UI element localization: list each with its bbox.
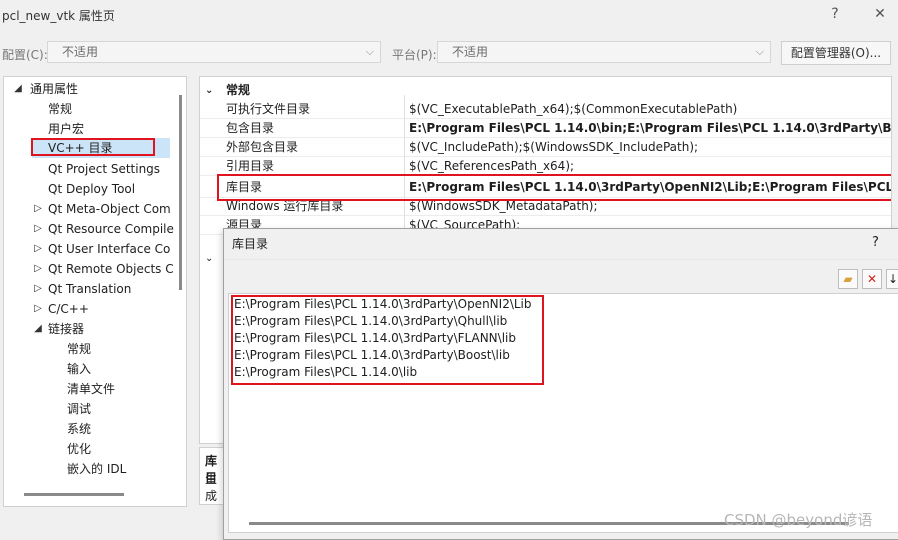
annotation-highlight-box <box>217 174 891 201</box>
tree-label: Qt User Interface Co <box>48 242 171 256</box>
tree-item-linker-input[interactable]: 输入 <box>67 359 91 379</box>
section-collapse-icon[interactable]: ⌄ <box>205 253 213 264</box>
delete-x-icon: ✕ <box>866 272 878 286</box>
property-value: E:\Program Files\PCL 1.14.0\bin;E:\Progr… <box>409 121 892 135</box>
tree-label: Qt Meta-Object Com <box>48 202 171 216</box>
property-name: 包含目录 <box>226 121 275 135</box>
tree-label: C/C++ <box>48 302 89 316</box>
collapsed-triangle-icon[interactable]: ▷ <box>32 239 44 259</box>
tree-item-linker-embedded-idl[interactable]: 嵌入的 IDL <box>67 459 126 479</box>
chevron-down-icon: ⌵ <box>755 45 764 58</box>
close-button[interactable]: ✕ <box>869 4 891 24</box>
config-manager-button[interactable]: 配置管理器(O)... <box>781 41 891 65</box>
property-value: $(VC_IncludePath);$(WindowsSDK_IncludePa… <box>409 140 699 154</box>
tree-label: 通用属性 <box>30 82 79 96</box>
title-bar: pcl_new_vtk 属性页 ? ✕ <box>0 0 898 30</box>
tree-item-linker-system[interactable]: 系统 <box>67 419 91 439</box>
dialog-help-button[interactable]: ? <box>872 235 879 250</box>
collapsed-triangle-icon[interactable]: ▷ <box>32 219 44 239</box>
new-line-button[interactable]: ▰ <box>838 269 858 289</box>
tree-item-general[interactable]: 常规 <box>48 99 72 119</box>
tree-item-qt-deploy-tool[interactable]: Qt Deploy Tool <box>48 179 135 199</box>
config-value: 不适用 <box>62 45 99 59</box>
section-collapse-icon[interactable]: ⌄ <box>205 81 213 100</box>
tree-vertical-scrollbar[interactable] <box>179 95 182 290</box>
collapsed-triangle-icon[interactable]: ▷ <box>32 279 44 299</box>
tree-label: Qt Remote Objects C <box>48 262 174 276</box>
grid-row-executable-dirs[interactable]: 可执行文件目录 $(VC_ExecutablePath_x64);$(Commo… <box>200 100 891 119</box>
annotation-highlight-box <box>231 295 544 385</box>
collapsed-triangle-icon[interactable]: ▷ <box>32 299 44 319</box>
collapsed-triangle-icon[interactable]: ▷ <box>32 259 44 279</box>
expanded-triangle-icon[interactable]: ◢ <box>32 319 44 339</box>
library-directories-dialog[interactable]: 库目录 ? ▰ ✕ ↓ E:\Program Files\PCL 1.14.0\… <box>223 228 898 540</box>
platform-value: 不适用 <box>452 45 489 59</box>
move-down-button[interactable]: ↓ <box>886 269 898 289</box>
grid-row-external-include-dirs[interactable]: 外部包含目录 $(VC_IncludePath);$(WindowsSDK_In… <box>200 138 891 157</box>
tree-horizontal-scrollbar[interactable] <box>24 493 124 496</box>
property-tree[interactable]: ◢ 通用属性 常规 用户宏 VC++ 目录 Qt Project Setting… <box>3 76 187 507</box>
expanded-triangle-icon[interactable]: ◢ <box>12 79 24 99</box>
help-button[interactable]: ? <box>824 4 846 24</box>
tree-item-linker-manifest[interactable]: 清单文件 <box>67 379 115 399</box>
config-label: 配置(C): <box>2 48 48 62</box>
section-title: 常规 <box>226 83 251 97</box>
property-name: 可执行文件目录 <box>226 102 311 116</box>
grid-section-header[interactable]: ⌄ 常规 <box>200 81 891 100</box>
directory-list[interactable]: E:\Program Files\PCL 1.14.0\3rdParty\Ope… <box>228 293 898 533</box>
tree-label: 链接器 <box>48 322 85 336</box>
tree-item-linker-optimization[interactable]: 优化 <box>67 439 91 459</box>
platform-label: 平台(P): <box>392 48 437 62</box>
watermark: CSDN @beyond谚语 <box>724 511 873 529</box>
collapsed-triangle-icon[interactable]: ▷ <box>32 199 44 219</box>
annotation-highlight-box <box>31 138 155 156</box>
dialog-title: 库目录 <box>232 237 269 251</box>
property-name: 外部包含目录 <box>226 140 299 154</box>
window-title: pcl_new_vtk 属性页 <box>2 9 115 23</box>
grid-row-include-dirs[interactable]: 包含目录 E:\Program Files\PCL 1.14.0\bin;E:\… <box>200 119 892 138</box>
arrow-down-icon: ↓ <box>887 272 898 286</box>
config-select[interactable]: 不适用 ⌵ <box>47 41 381 63</box>
tree-item-qt-project-settings[interactable]: Qt Project Settings <box>48 159 160 179</box>
tree-item-linker-debugging[interactable]: 调试 <box>67 399 91 419</box>
delete-button[interactable]: ✕ <box>862 269 882 289</box>
new-folder-icon: ▰ <box>843 272 853 286</box>
platform-select[interactable]: 不适用 ⌵ <box>437 41 771 63</box>
chevron-down-icon: ⌵ <box>365 45 374 58</box>
tree-label: Qt Translation <box>48 282 132 296</box>
tree-label: Qt Resource Compile <box>48 222 174 236</box>
dialog-separator <box>224 259 898 260</box>
tree-item-user-macros[interactable]: 用户宏 <box>48 119 84 139</box>
property-value: $(VC_ExecutablePath_x64);$(CommonExecuta… <box>409 102 738 116</box>
tree-item-linker-general[interactable]: 常规 <box>67 339 91 359</box>
